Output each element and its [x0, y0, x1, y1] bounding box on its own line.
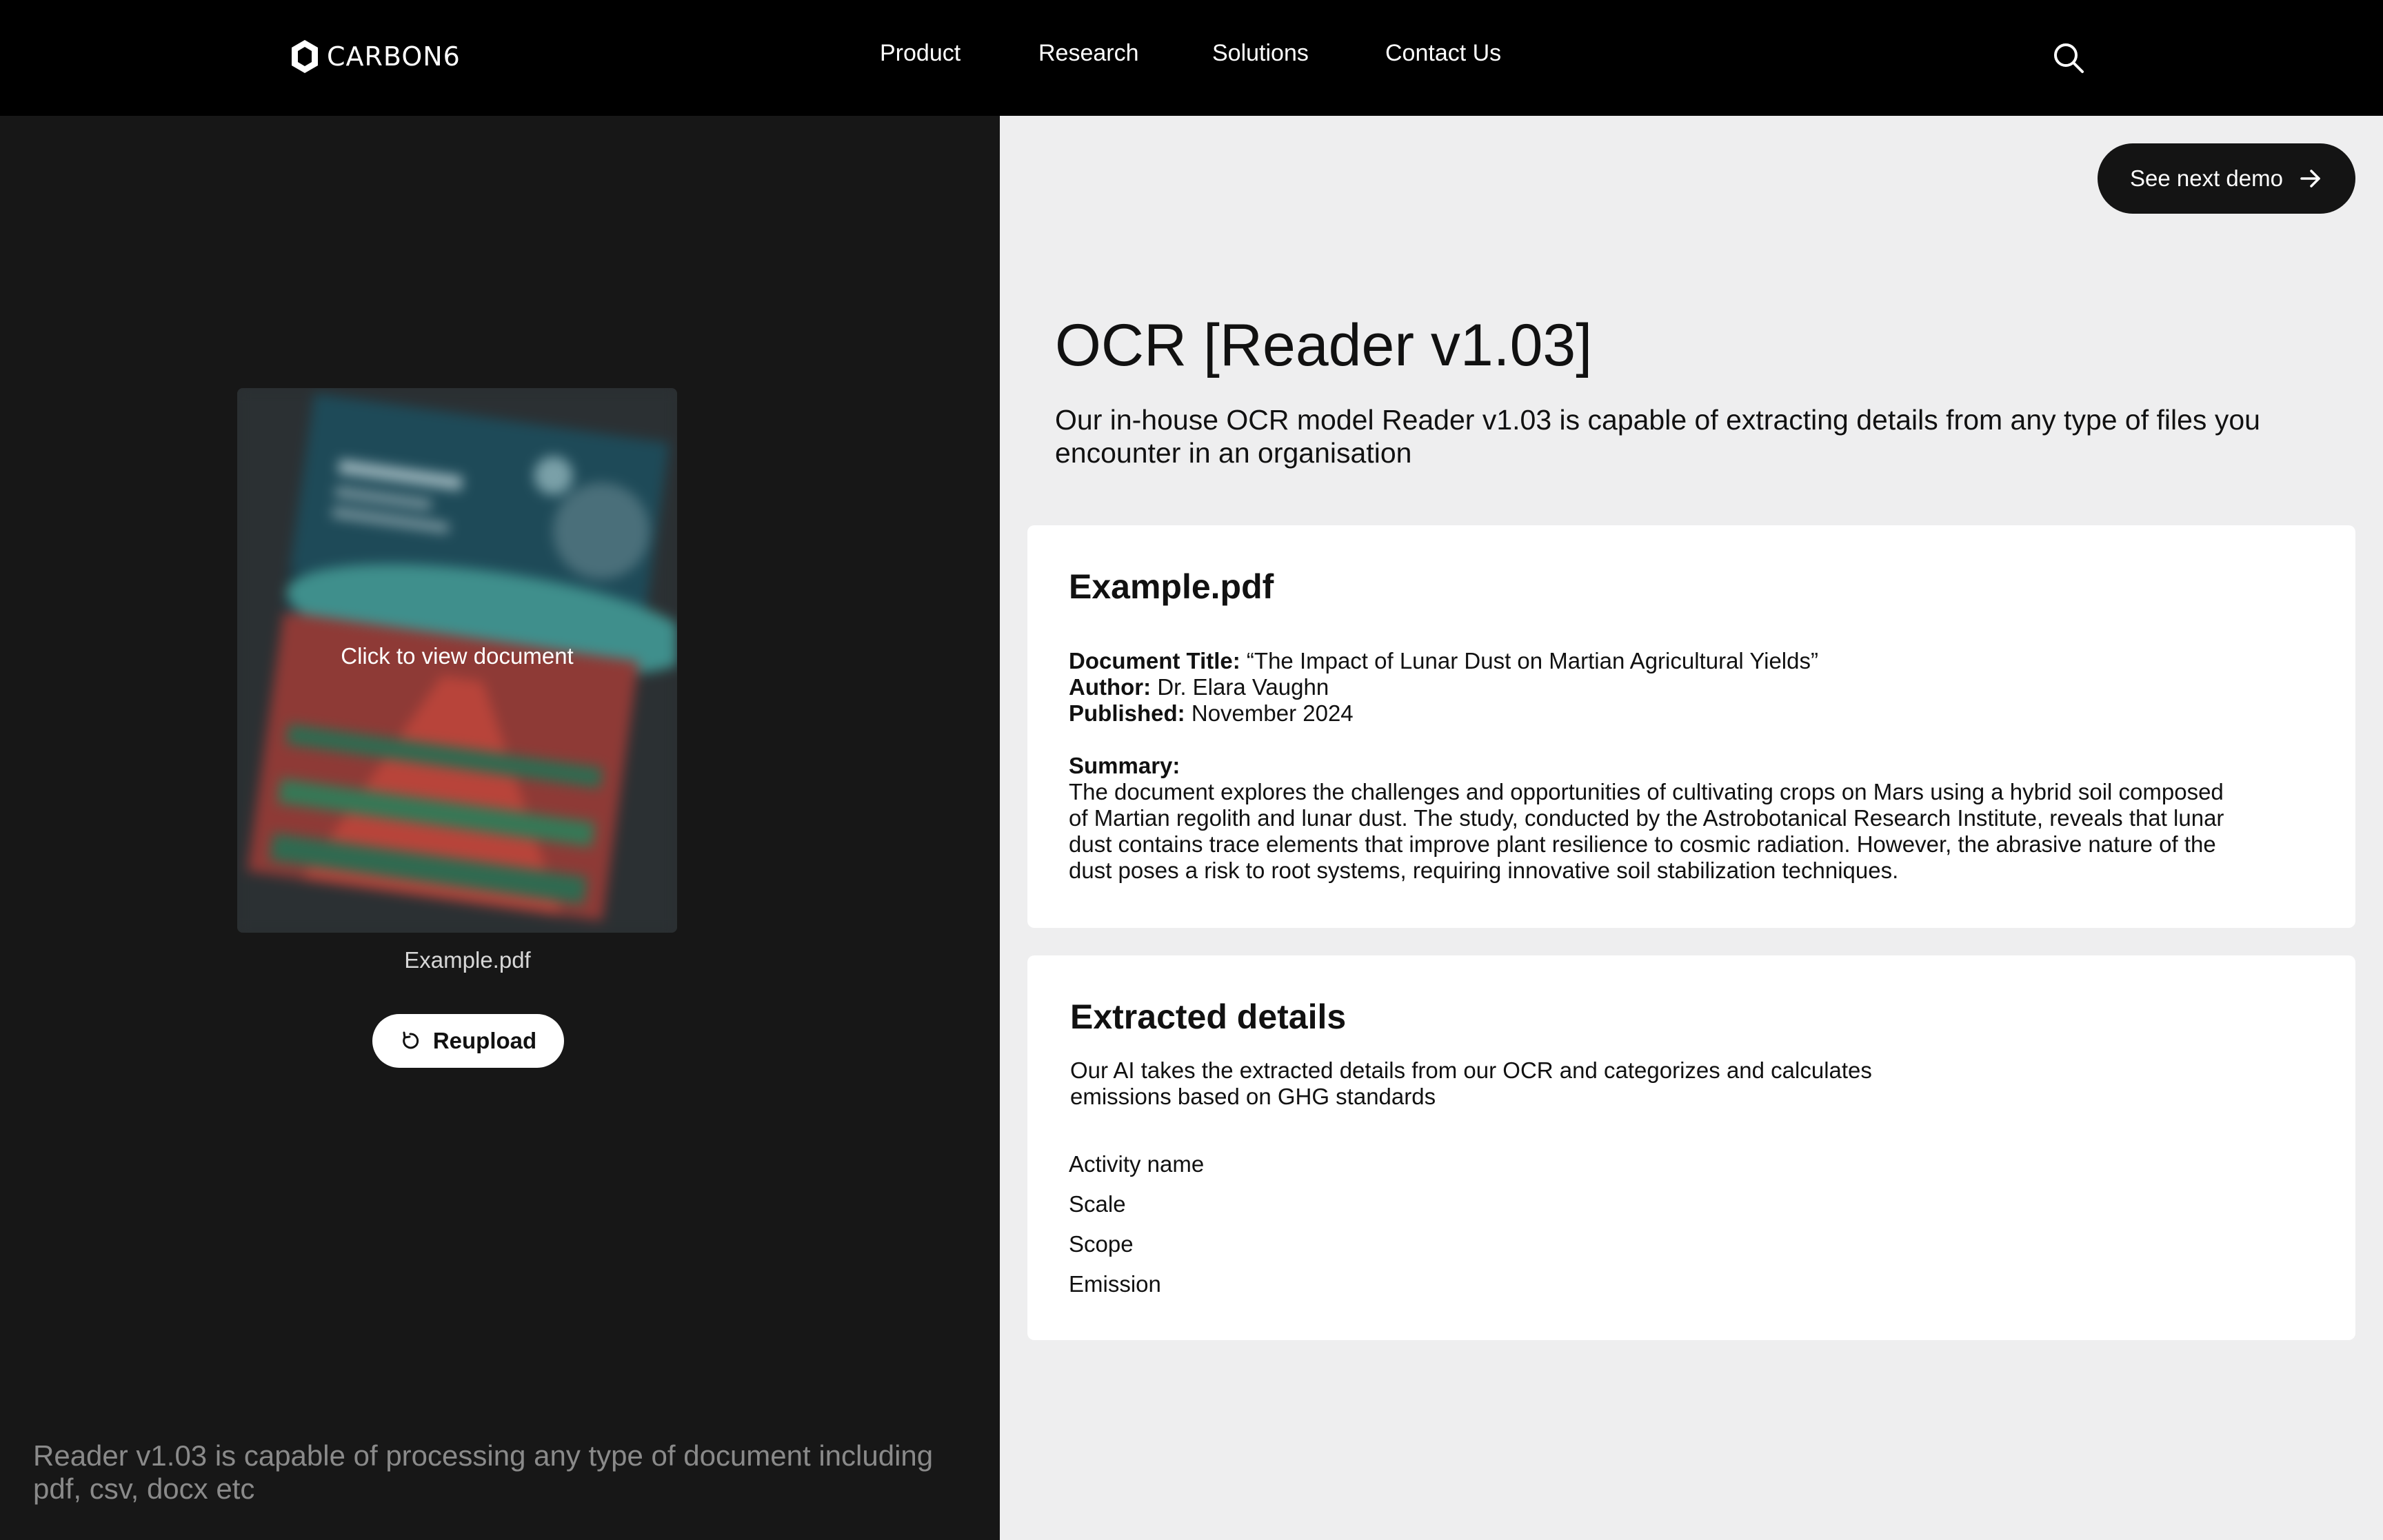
summary-text: The document explores the challenges and… [1069, 779, 2224, 883]
view-document-label: Click to view document [341, 643, 574, 669]
brand-logo[interactable]: CARBON6 [290, 39, 461, 74]
field-activity-name: Activity name [1069, 1151, 1205, 1177]
next-demo-label: See next demo [2130, 165, 2283, 191]
document-preview[interactable]: Click to view document [237, 388, 677, 933]
published-label: Published: [1069, 700, 1185, 726]
document-title-value: “The Impact of Lunar Dust on Martian Agr… [1246, 648, 1818, 673]
document-title-row: Document Title: “The Impact of Lunar Dus… [1069, 648, 1818, 674]
file-name-caption: Example.pdf [404, 947, 531, 973]
summary-section: Summary: The document explores the chall… [1069, 753, 2227, 884]
arrow-right-icon [2300, 170, 2320, 188]
refresh-icon [403, 1031, 419, 1049]
reupload-button[interactable]: Reupload [372, 1014, 564, 1068]
reupload-label: Reupload [432, 1028, 537, 1053]
page-title: OCR [Reader v1.03] [1055, 312, 1593, 378]
summary-card-title: Example.pdf [1069, 567, 1274, 606]
supported-formats-note: Reader v1.03 is capable of processing an… [33, 1439, 934, 1505]
top-navigation-bar: CARBON6 Product Research Solutions Conta… [0, 0, 2383, 116]
author-value: Dr. Elara Vaughn [1157, 674, 1329, 700]
nav-item-research[interactable]: Research [1038, 40, 1139, 67]
author-label: Author: [1069, 674, 1152, 700]
hexagon-logo-icon [292, 40, 318, 73]
field-scale: Scale [1069, 1191, 1126, 1217]
summary-label: Summary: [1069, 753, 1180, 778]
extracted-card-title: Extracted details [1070, 997, 1347, 1036]
page-subtitle: Our in-house OCR model Reader v1.03 is c… [1055, 404, 2260, 469]
document-title-label: Document Title: [1069, 648, 1240, 673]
field-emission: Emission [1069, 1271, 1161, 1297]
author-row: Author: Dr. Elara Vaughn [1069, 674, 1818, 700]
nav-item-contact-us[interactable]: Contact Us [1385, 40, 1501, 67]
document-panel: Click to view document Example.pdf Reupl… [0, 116, 1000, 1540]
search-icon [2054, 43, 2084, 73]
document-summary-card: Example.pdf Document Title: “The Impact … [1027, 525, 2355, 928]
extracted-details-card: Extracted details Our AI takes the extra… [1027, 955, 2355, 1340]
document-metadata: Document Title: “The Impact of Lunar Dus… [1069, 648, 1818, 727]
nav-item-product[interactable]: Product [880, 40, 961, 67]
published-value: November 2024 [1191, 700, 1354, 726]
published-row: Published: November 2024 [1069, 700, 1818, 727]
field-scope: Scope [1069, 1231, 1134, 1257]
extracted-field-list: Activity name Scale Scope Emission [1069, 1151, 1204, 1311]
see-next-demo-button[interactable]: See next demo [2098, 143, 2355, 214]
extracted-description: Our AI takes the extracted details from … [1070, 1057, 1872, 1109]
nav-item-solutions[interactable]: Solutions [1212, 40, 1309, 67]
brand-name: CARBON6 [327, 41, 461, 72]
search-button[interactable] [2051, 40, 2087, 76]
